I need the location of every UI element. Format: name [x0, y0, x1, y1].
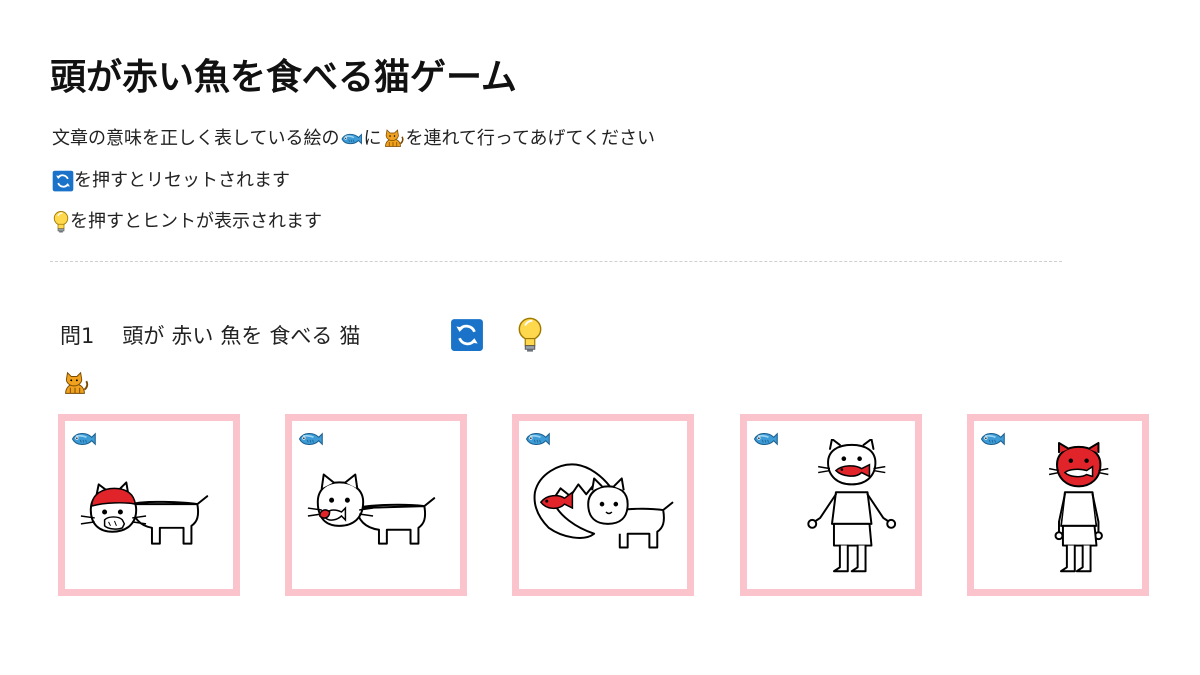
- card-illustration: [80, 481, 209, 545]
- question-row: 問1 頭が 赤い 魚を 食べる 猫: [60, 318, 367, 352]
- instruction-line-2: を押すとリセットされます: [52, 169, 290, 193]
- section-divider: [50, 261, 1062, 262]
- question-word: 食べる: [269, 324, 333, 348]
- question-number: 問1: [60, 324, 95, 348]
- cat-icon: [381, 127, 405, 151]
- cat-icon: [60, 369, 90, 399]
- question-word: 魚を: [220, 324, 263, 348]
- reset-icon: [450, 318, 484, 352]
- card-illustration: [1048, 441, 1109, 573]
- instruction-text: に: [363, 128, 382, 149]
- instruction-line-3: を押すとヒントが表示されます: [52, 210, 322, 234]
- lightbulb-icon: [515, 316, 545, 354]
- answer-card-4[interactable]: [740, 414, 922, 596]
- answer-card-5[interactable]: [967, 414, 1149, 596]
- instruction-text: を連れて行ってあげてください: [405, 128, 655, 149]
- instruction-text: を押すとリセットされます: [74, 170, 290, 191]
- card-illustration: [533, 463, 674, 549]
- answer-card-2[interactable]: [285, 414, 467, 596]
- lightbulb-icon: [52, 210, 70, 234]
- instruction-text: を押すとヒントが表示されます: [70, 211, 322, 232]
- card-illustration: [807, 439, 897, 573]
- page-title: 頭が赤い魚を食べる猫ゲーム: [50, 57, 517, 98]
- instruction-line-1: 文章の意味を正しく表している絵の に を連れて行ってあげてください: [52, 127, 655, 151]
- card-illustration: [307, 473, 436, 545]
- question-word: 猫: [339, 324, 361, 348]
- question-word: 赤い: [171, 324, 214, 348]
- draggable-cat[interactable]: [60, 369, 90, 399]
- reset-button[interactable]: [450, 318, 484, 352]
- question-word: 頭が: [122, 324, 165, 348]
- fish-icon: [339, 127, 363, 151]
- answer-card-3[interactable]: [512, 414, 694, 596]
- answer-card-1[interactable]: [58, 414, 240, 596]
- instruction-text: 文章の意味を正しく表している絵の: [52, 128, 340, 149]
- reset-icon: [52, 170, 74, 192]
- hint-button[interactable]: [515, 316, 545, 354]
